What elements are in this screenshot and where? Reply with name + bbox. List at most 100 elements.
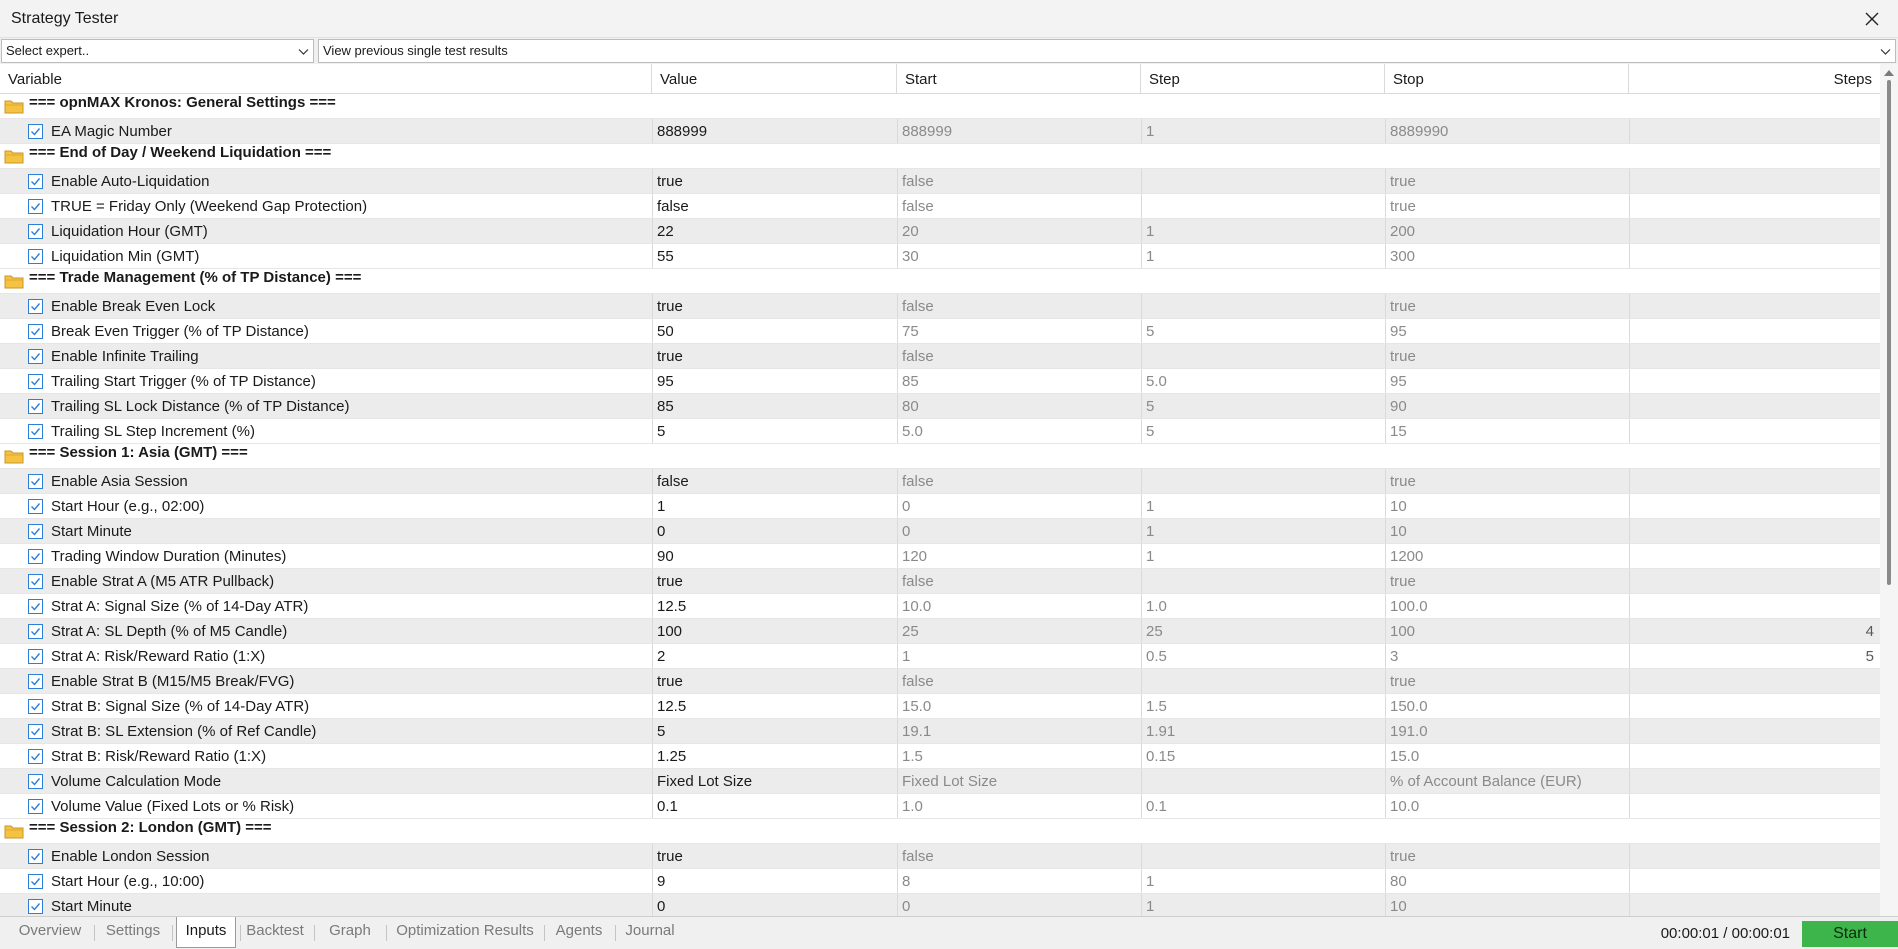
start-cell[interactable]: 888999 bbox=[897, 119, 1141, 143]
step-cell[interactable]: 1 bbox=[1141, 219, 1385, 243]
value-cell[interactable]: false bbox=[652, 469, 897, 493]
value-cell[interactable]: 90 bbox=[652, 544, 897, 568]
value-cell[interactable]: 12.5 bbox=[652, 694, 897, 718]
stop-cell[interactable]: true bbox=[1385, 294, 1629, 318]
checkbox-checked-icon[interactable] bbox=[28, 874, 43, 889]
value-cell[interactable]: 5 bbox=[652, 719, 897, 743]
tab-graph[interactable]: Graph bbox=[318, 917, 382, 947]
start-cell[interactable]: 20 bbox=[897, 219, 1141, 243]
start-cell[interactable]: 0 bbox=[897, 894, 1141, 916]
stop-cell[interactable]: true bbox=[1385, 844, 1629, 868]
start-cell[interactable]: 85 bbox=[897, 369, 1141, 393]
group-row[interactable]: === End of Day / Weekend Liquidation === bbox=[0, 144, 1880, 169]
checkbox-checked-icon[interactable] bbox=[28, 849, 43, 864]
stop-cell[interactable]: true bbox=[1385, 469, 1629, 493]
value-cell[interactable]: 0 bbox=[652, 894, 897, 916]
value-cell[interactable]: 1.25 bbox=[652, 744, 897, 768]
start-cell[interactable]: 10.0 bbox=[897, 594, 1141, 618]
value-cell[interactable]: 12.5 bbox=[652, 594, 897, 618]
step-cell[interactable] bbox=[1141, 169, 1385, 193]
start-button[interactable]: Start bbox=[1802, 921, 1898, 947]
parameter-row[interactable]: Enable London Session true false true bbox=[0, 844, 1880, 869]
value-cell[interactable]: true bbox=[652, 569, 897, 593]
parameter-row[interactable]: Trailing SL Lock Distance (% of TP Dista… bbox=[0, 394, 1880, 419]
stop-cell[interactable]: 8889990 bbox=[1385, 119, 1629, 143]
parameter-row[interactable]: Break Even Trigger (% of TP Distance) 50 7… bbox=[0, 319, 1880, 344]
checkbox-checked-icon[interactable] bbox=[28, 299, 43, 314]
checkbox-checked-icon[interactable] bbox=[28, 424, 43, 439]
stop-cell[interactable]: 150.0 bbox=[1385, 694, 1629, 718]
step-cell[interactable]: 5.0 bbox=[1141, 369, 1385, 393]
parameter-row[interactable]: Trailing SL Step Increment (%) 5 5.0 5 15 bbox=[0, 419, 1880, 444]
parameter-row[interactable]: Strat A: Risk/Reward Ratio (1:X) 2 1 0.5 3 5 bbox=[0, 644, 1880, 669]
stop-cell[interactable]: 95 bbox=[1385, 369, 1629, 393]
stop-cell[interactable]: 10.0 bbox=[1385, 794, 1629, 818]
value-cell[interactable]: 2 bbox=[652, 644, 897, 668]
start-cell[interactable]: false bbox=[897, 469, 1141, 493]
value-cell[interactable]: 0 bbox=[652, 519, 897, 543]
checkbox-checked-icon[interactable] bbox=[28, 549, 43, 564]
parameter-row[interactable]: Trailing Start Trigger (% of TP Distance… bbox=[0, 369, 1880, 394]
checkbox-checked-icon[interactable] bbox=[28, 399, 43, 414]
stop-cell[interactable]: 1200 bbox=[1385, 544, 1629, 568]
value-cell[interactable]: true bbox=[652, 294, 897, 318]
group-row[interactable]: === Trade Management (% of TP Distance) … bbox=[0, 269, 1880, 294]
start-cell[interactable]: 15.0 bbox=[897, 694, 1141, 718]
parameter-row[interactable]: Enable Auto-Liquidation true false true bbox=[0, 169, 1880, 194]
parameter-row[interactable]: Enable Asia Session false false true bbox=[0, 469, 1880, 494]
checkbox-checked-icon[interactable] bbox=[28, 574, 43, 589]
parameter-row[interactable]: Strat A: Signal Size (% of 14-Day ATR) 12… bbox=[0, 594, 1880, 619]
parameter-row[interactable]: Strat A: SL Depth (% of M5 Candle) 100 25 2… bbox=[0, 619, 1880, 644]
checkbox-checked-icon[interactable] bbox=[28, 774, 43, 789]
start-cell[interactable]: 30 bbox=[897, 244, 1141, 268]
start-cell[interactable]: false bbox=[897, 669, 1141, 693]
step-cell[interactable]: 1 bbox=[1141, 869, 1385, 893]
checkbox-checked-icon[interactable] bbox=[28, 249, 43, 264]
parameter-row[interactable]: Strat B: SL Extension (% of Ref Candle) 5… bbox=[0, 719, 1880, 744]
checkbox-checked-icon[interactable] bbox=[28, 699, 43, 714]
value-cell[interactable]: true bbox=[652, 344, 897, 368]
checkbox-checked-icon[interactable] bbox=[28, 674, 43, 689]
parameter-row[interactable]: Trading Window Duration (Minutes) 90 120 1 1… bbox=[0, 544, 1880, 569]
scroll-thumb[interactable] bbox=[1887, 80, 1891, 585]
value-cell[interactable]: 888999 bbox=[652, 119, 897, 143]
value-cell[interactable]: false bbox=[652, 194, 897, 218]
value-cell[interactable]: 5 bbox=[652, 419, 897, 443]
start-cell[interactable]: 19.1 bbox=[897, 719, 1141, 743]
start-cell[interactable]: 0 bbox=[897, 519, 1141, 543]
step-cell[interactable]: 1 bbox=[1141, 519, 1385, 543]
value-cell[interactable]: true bbox=[652, 669, 897, 693]
checkbox-checked-icon[interactable] bbox=[28, 899, 43, 914]
parameter-row[interactable]: Strat B: Risk/Reward Ratio (1:X) 1.25 1.5 0… bbox=[0, 744, 1880, 769]
stop-cell[interactable]: true bbox=[1385, 569, 1629, 593]
value-cell[interactable]: true bbox=[652, 169, 897, 193]
stop-cell[interactable]: true bbox=[1385, 194, 1629, 218]
step-cell[interactable] bbox=[1141, 344, 1385, 368]
column-header-start[interactable]: Start bbox=[897, 64, 1141, 94]
step-cell[interactable] bbox=[1141, 194, 1385, 218]
tab-agents[interactable]: Agents bbox=[547, 917, 611, 947]
start-cell[interactable]: 8 bbox=[897, 869, 1141, 893]
value-cell[interactable]: 1 bbox=[652, 494, 897, 518]
parameter-row[interactable]: Strat B: Signal Size (% of 14-Day ATR) 12… bbox=[0, 694, 1880, 719]
checkbox-checked-icon[interactable] bbox=[28, 349, 43, 364]
start-cell[interactable]: false bbox=[897, 844, 1141, 868]
stop-cell[interactable]: 100.0 bbox=[1385, 594, 1629, 618]
stop-cell[interactable]: 10 bbox=[1385, 519, 1629, 543]
checkbox-checked-icon[interactable] bbox=[28, 749, 43, 764]
start-cell[interactable]: 120 bbox=[897, 544, 1141, 568]
value-cell[interactable]: 85 bbox=[652, 394, 897, 418]
value-cell[interactable]: 95 bbox=[652, 369, 897, 393]
start-cell[interactable]: false bbox=[897, 294, 1141, 318]
step-cell[interactable]: 1 bbox=[1141, 894, 1385, 916]
step-cell[interactable]: 5 bbox=[1141, 419, 1385, 443]
step-cell[interactable] bbox=[1141, 569, 1385, 593]
column-header-value[interactable]: Value bbox=[652, 64, 897, 94]
step-cell[interactable] bbox=[1141, 294, 1385, 318]
vertical-scrollbar[interactable] bbox=[1880, 64, 1898, 916]
checkbox-checked-icon[interactable] bbox=[28, 799, 43, 814]
value-cell[interactable]: 0.1 bbox=[652, 794, 897, 818]
value-cell[interactable]: true bbox=[652, 844, 897, 868]
checkbox-checked-icon[interactable] bbox=[28, 524, 43, 539]
stop-cell[interactable]: 100 bbox=[1385, 619, 1629, 643]
